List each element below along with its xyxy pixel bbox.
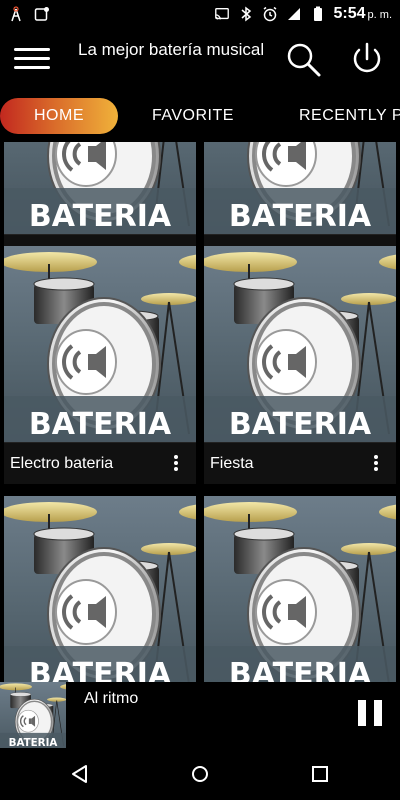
drum-kit-image: BATERIA: [204, 142, 396, 234]
tab-home[interactable]: HOME: [0, 98, 118, 134]
track-card[interactable]: BATERIA: [204, 496, 396, 682]
app-bar: La mejor batería musical: [0, 28, 400, 90]
bateria-label: BATERIA: [229, 657, 372, 682]
drum-kit-image: BATERIA: [4, 142, 196, 234]
status-bar: 5:54 p. m.: [0, 0, 400, 28]
bateria-label: BATERIA: [229, 199, 372, 234]
drum-kit-image: BATERIA: [0, 683, 66, 748]
card-footer: Fiesta: [204, 442, 396, 484]
more-options-icon[interactable]: [366, 453, 386, 475]
card-footer: Electro bateria: [4, 442, 196, 484]
bateria-label: BATERIA: [9, 737, 58, 748]
home-icon[interactable]: [188, 762, 212, 786]
app-title: La mejor batería musical: [78, 40, 265, 59]
bateria-label: BATERIA: [29, 407, 172, 442]
track-thumbnail: BATERIA: [204, 142, 396, 234]
battery-icon: [310, 6, 326, 22]
notification-icon: [34, 6, 50, 22]
clock: 5:54 p. m.: [333, 5, 392, 22]
signal-icon: [286, 6, 302, 22]
drum-kit-image: BATERIA: [204, 252, 396, 442]
tab-recently-played[interactable]: RECENTLY PLAYED: [299, 98, 400, 134]
player-thumbnail: BATERIA: [0, 682, 66, 748]
track-card[interactable]: BATERIA Electro bateria: [4, 246, 196, 484]
bluetooth-icon: [238, 6, 254, 22]
track-title: Electro bateria: [10, 455, 114, 472]
alarm-icon: [262, 6, 278, 22]
tab-favorite[interactable]: FAVORITE: [152, 98, 234, 134]
track-thumbnail: BATERIA: [4, 246, 196, 442]
bateria-label: BATERIA: [229, 407, 372, 442]
drum-kit-image: BATERIA: [204, 502, 396, 682]
power-icon[interactable]: [346, 38, 388, 80]
back-icon[interactable]: [68, 762, 92, 786]
tab-bar: HOME FAVORITE RECENTLY PLAYED: [0, 90, 400, 142]
cast-icon: [214, 6, 230, 22]
track-grid: BATERIA bucle BATERIA eco platillos: [0, 142, 400, 682]
track-card[interactable]: BATERIA: [4, 496, 196, 682]
track-title: Fiesta: [210, 455, 254, 472]
player-title: Al ritmo: [84, 690, 139, 707]
track-card[interactable]: BATERIA Fiesta: [204, 246, 396, 484]
more-options-icon[interactable]: [166, 453, 186, 475]
pause-icon[interactable]: [358, 700, 384, 726]
bateria-label: BATERIA: [29, 199, 172, 234]
track-thumbnail: BATERIA: [204, 496, 396, 682]
recents-icon[interactable]: [308, 762, 332, 786]
track-thumbnail: BATERIA: [4, 496, 196, 682]
bateria-label: BATERIA: [29, 657, 172, 682]
mini-player[interactable]: BATERIA Al ritmo: [0, 682, 400, 748]
drum-kit-image: BATERIA: [4, 252, 196, 442]
antenna-icon: [8, 6, 24, 22]
drum-kit-image: BATERIA: [4, 502, 196, 682]
search-icon[interactable]: [282, 38, 324, 80]
hamburger-menu-icon[interactable]: [14, 42, 54, 76]
track-thumbnail: BATERIA: [204, 246, 396, 442]
track-thumbnail: BATERIA: [4, 142, 196, 234]
system-nav-bar: [0, 748, 400, 800]
